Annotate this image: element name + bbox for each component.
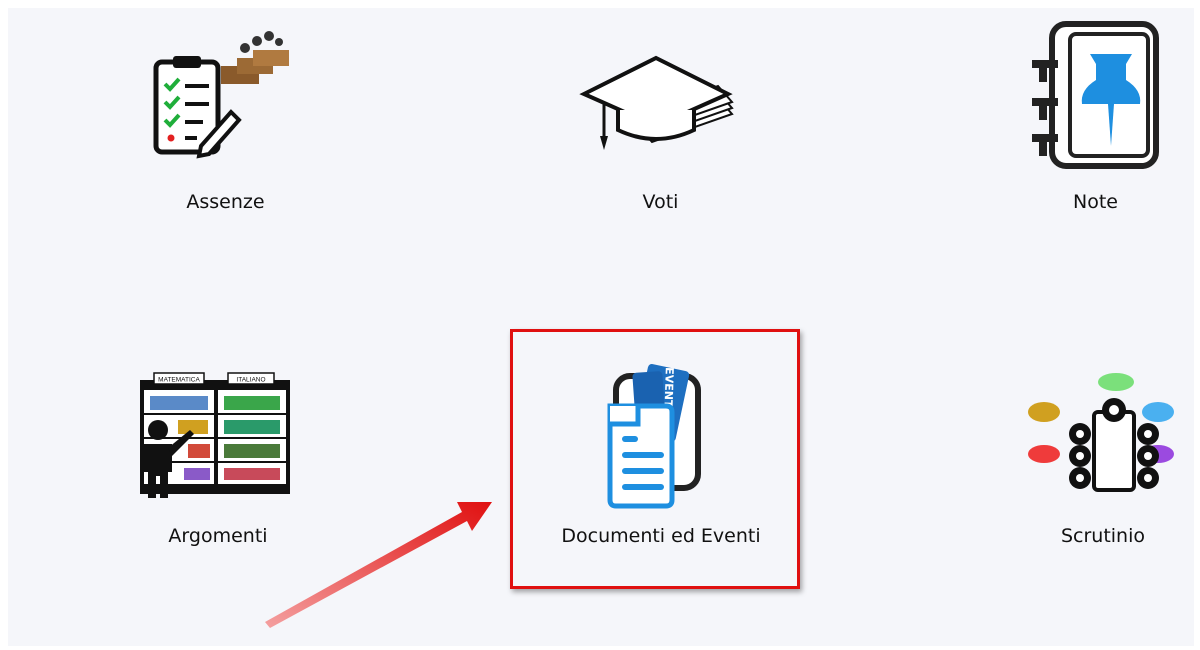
tile-voti[interactable]: Voti	[568, 26, 753, 226]
tile-label: Scrutinio	[1060, 525, 1146, 547]
highlight-box	[510, 329, 800, 589]
tile-label: Note	[1073, 191, 1118, 213]
tile-argomenti[interactable]: MATEMATICA ITALIANO Argomenti	[128, 368, 308, 568]
notebook-pin-icon	[1032, 21, 1159, 169]
attendance-clipboard-icon	[153, 31, 289, 159]
bookshelf-teacher-icon: MATEMATICA ITALIANO	[140, 372, 290, 498]
shelf-label-right: ITALIANO	[236, 377, 265, 384]
tile-label: Voti	[642, 191, 679, 213]
tile-scrutinio[interactable]: Scrutinio	[1018, 368, 1188, 568]
tile-label: Assenze	[186, 191, 265, 213]
tile-label: Argomenti	[168, 525, 268, 547]
shelf-label-left: MATEMATICA	[158, 377, 200, 384]
graduation-cap-icon	[579, 55, 734, 150]
meeting-table-icon	[1028, 373, 1174, 492]
tile-assenze[interactable]: Assenze	[133, 26, 318, 226]
tile-note[interactable]: Note	[1008, 16, 1183, 226]
